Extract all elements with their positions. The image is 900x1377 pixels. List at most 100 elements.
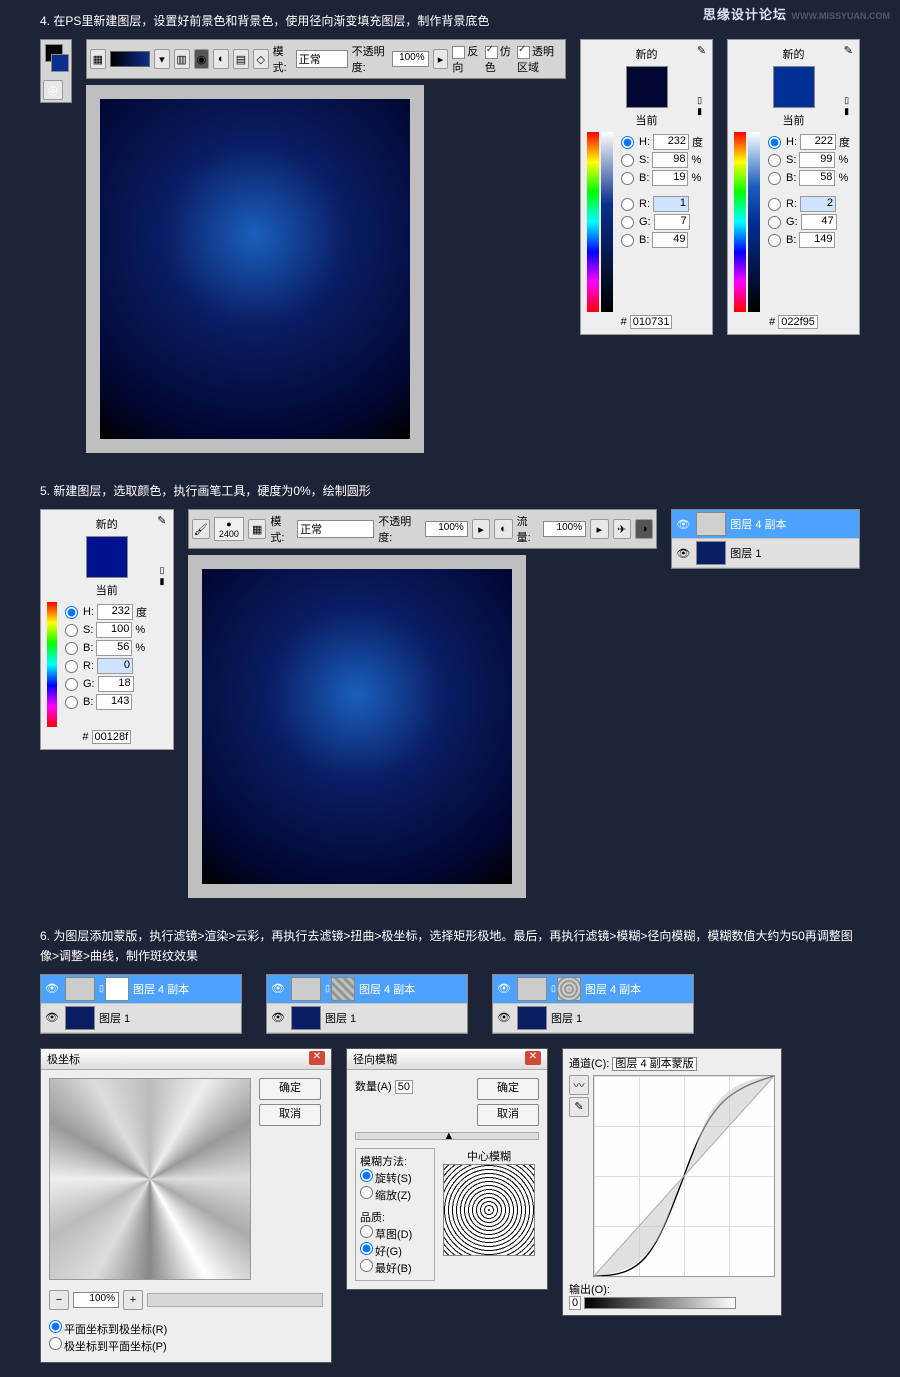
- sv-bar[interactable]: [748, 132, 760, 312]
- angle-grad-icon[interactable]: ◐: [213, 49, 229, 69]
- bv-input[interactable]: 56: [96, 640, 132, 656]
- s-input[interactable]: 100: [96, 622, 132, 638]
- layer-mask[interactable]: [105, 977, 129, 1001]
- layer-thumb[interactable]: [291, 977, 321, 1001]
- diamond-grad-icon[interactable]: ◇: [253, 49, 269, 69]
- layer-row[interactable]: 👁▯图层 4 副本: [267, 975, 467, 1004]
- reflect-grad-icon[interactable]: ▤: [233, 49, 249, 69]
- eye-icon[interactable]: 👁: [269, 1011, 287, 1024]
- sv-bar[interactable]: [601, 132, 613, 312]
- g-input[interactable]: 18: [98, 676, 134, 692]
- spin-radio[interactable]: [360, 1169, 373, 1182]
- cancel-button[interactable]: 取消: [259, 1104, 321, 1126]
- bv-input[interactable]: 58: [799, 170, 835, 186]
- mode-dropdown[interactable]: 正常: [297, 520, 374, 538]
- b2-input[interactable]: 143: [96, 694, 132, 710]
- cancel-button[interactable]: 取消: [477, 1104, 539, 1126]
- r-input[interactable]: 0: [97, 658, 133, 674]
- opacity-input[interactable]: 100%: [392, 51, 429, 67]
- layer-row[interactable]: 👁图层 1: [493, 1004, 693, 1033]
- pencil-icon[interactable]: ✎: [569, 1097, 589, 1117]
- opacity-input[interactable]: 100%: [425, 521, 468, 537]
- eyedropper-icon[interactable]: ✎: [844, 44, 853, 57]
- brush-preset[interactable]: ●2400: [214, 517, 244, 541]
- r-radio[interactable]: [65, 660, 78, 673]
- g-input[interactable]: 7: [654, 214, 690, 230]
- s-radio[interactable]: [768, 154, 781, 167]
- eyedropper-icon[interactable]: ✎: [697, 44, 706, 57]
- hex-input[interactable]: 00128f: [92, 730, 132, 744]
- quickmask-icon[interactable]: ◎: [43, 80, 63, 100]
- plus-icon[interactable]: +: [123, 1290, 143, 1310]
- r-input[interactable]: 2: [800, 196, 836, 212]
- b2-radio[interactable]: [768, 234, 781, 247]
- gradient-icon[interactable]: ▦: [90, 49, 106, 69]
- brush-icon[interactable]: 🖌: [192, 519, 210, 539]
- g-radio[interactable]: [65, 678, 78, 691]
- zoom-radio[interactable]: [360, 1186, 373, 1199]
- gradient-swatch[interactable]: [110, 51, 150, 67]
- layer-row[interactable]: 👁图层 1: [672, 539, 859, 568]
- layer-row[interactable]: 👁▯图层 4 副本: [41, 975, 241, 1004]
- layer-mask[interactable]: [331, 977, 355, 1001]
- layer-row[interactable]: 👁图层 1: [267, 1004, 467, 1033]
- eye-icon[interactable]: 👁: [43, 1011, 61, 1024]
- scrollbar[interactable]: [147, 1293, 323, 1307]
- reverse-checkbox[interactable]: [452, 46, 465, 59]
- hue-bar[interactable]: [587, 132, 599, 312]
- tablet-opac-icon[interactable]: ◐: [494, 519, 512, 539]
- h-radio[interactable]: [621, 136, 634, 149]
- hue-bar[interactable]: [47, 602, 57, 727]
- r-radio[interactable]: [621, 198, 634, 211]
- mode-dropdown[interactable]: 正常: [296, 50, 348, 68]
- opacity-drop-icon[interactable]: ▸: [433, 49, 449, 69]
- s-radio[interactable]: [621, 154, 634, 167]
- layer-thumb[interactable]: [517, 977, 547, 1001]
- color-swatch[interactable]: [773, 66, 815, 108]
- layer-thumb[interactable]: [517, 1006, 547, 1030]
- flow-input[interactable]: 100%: [543, 521, 586, 537]
- polar-to-planar-radio[interactable]: [49, 1337, 62, 1350]
- linear-grad-icon[interactable]: ▥: [174, 49, 190, 69]
- radial-grad-icon[interactable]: ◉: [194, 49, 210, 69]
- s-input[interactable]: 99: [799, 152, 835, 168]
- curves-graph[interactable]: [593, 1075, 775, 1277]
- eyedropper-icon[interactable]: ✎: [157, 514, 166, 527]
- output-input[interactable]: 0: [569, 1296, 581, 1310]
- h-input[interactable]: 232: [653, 134, 689, 150]
- color-swatch[interactable]: [626, 66, 668, 108]
- layer-thumb[interactable]: [65, 1006, 95, 1030]
- blur-center[interactable]: [443, 1164, 535, 1256]
- layer-thumb[interactable]: [696, 512, 726, 536]
- layer-row[interactable]: 👁图层 1: [41, 1004, 241, 1033]
- eye-icon[interactable]: 👁: [495, 1011, 513, 1024]
- eye-icon[interactable]: 👁: [269, 982, 287, 995]
- brush-panel-icon[interactable]: ▦: [248, 519, 266, 539]
- b-radio[interactable]: [621, 172, 634, 185]
- b2-radio[interactable]: [621, 234, 634, 247]
- curve-tool-icon[interactable]: 〰: [569, 1075, 589, 1095]
- hue-bar[interactable]: [734, 132, 746, 312]
- layer-thumb[interactable]: [291, 1006, 321, 1030]
- close-icon[interactable]: ✕: [309, 1051, 325, 1065]
- layer-thumb[interactable]: [65, 977, 95, 1001]
- g-radio[interactable]: [621, 216, 634, 229]
- eye-icon[interactable]: 👁: [674, 547, 692, 560]
- hex-input[interactable]: 010731: [630, 315, 673, 329]
- minus-icon[interactable]: −: [49, 1290, 69, 1310]
- drop-icon[interactable]: ▸: [472, 519, 490, 539]
- b2-radio[interactable]: [65, 696, 78, 709]
- g-radio[interactable]: [768, 216, 781, 229]
- s-radio[interactable]: [65, 624, 78, 637]
- bg-swatch[interactable]: [51, 54, 69, 72]
- h-input[interactable]: 222: [800, 134, 836, 150]
- h-radio[interactable]: [768, 136, 781, 149]
- b2-input[interactable]: 149: [799, 232, 835, 248]
- hex-input[interactable]: 022f95: [778, 315, 818, 329]
- zoom-input[interactable]: 100%: [73, 1292, 119, 1308]
- layer-row[interactable]: 👁图层 4 副本: [672, 510, 859, 539]
- trans-checkbox[interactable]: [517, 46, 530, 59]
- b-radio[interactable]: [65, 642, 78, 655]
- good-radio[interactable]: [360, 1242, 373, 1255]
- best-radio[interactable]: [360, 1259, 373, 1272]
